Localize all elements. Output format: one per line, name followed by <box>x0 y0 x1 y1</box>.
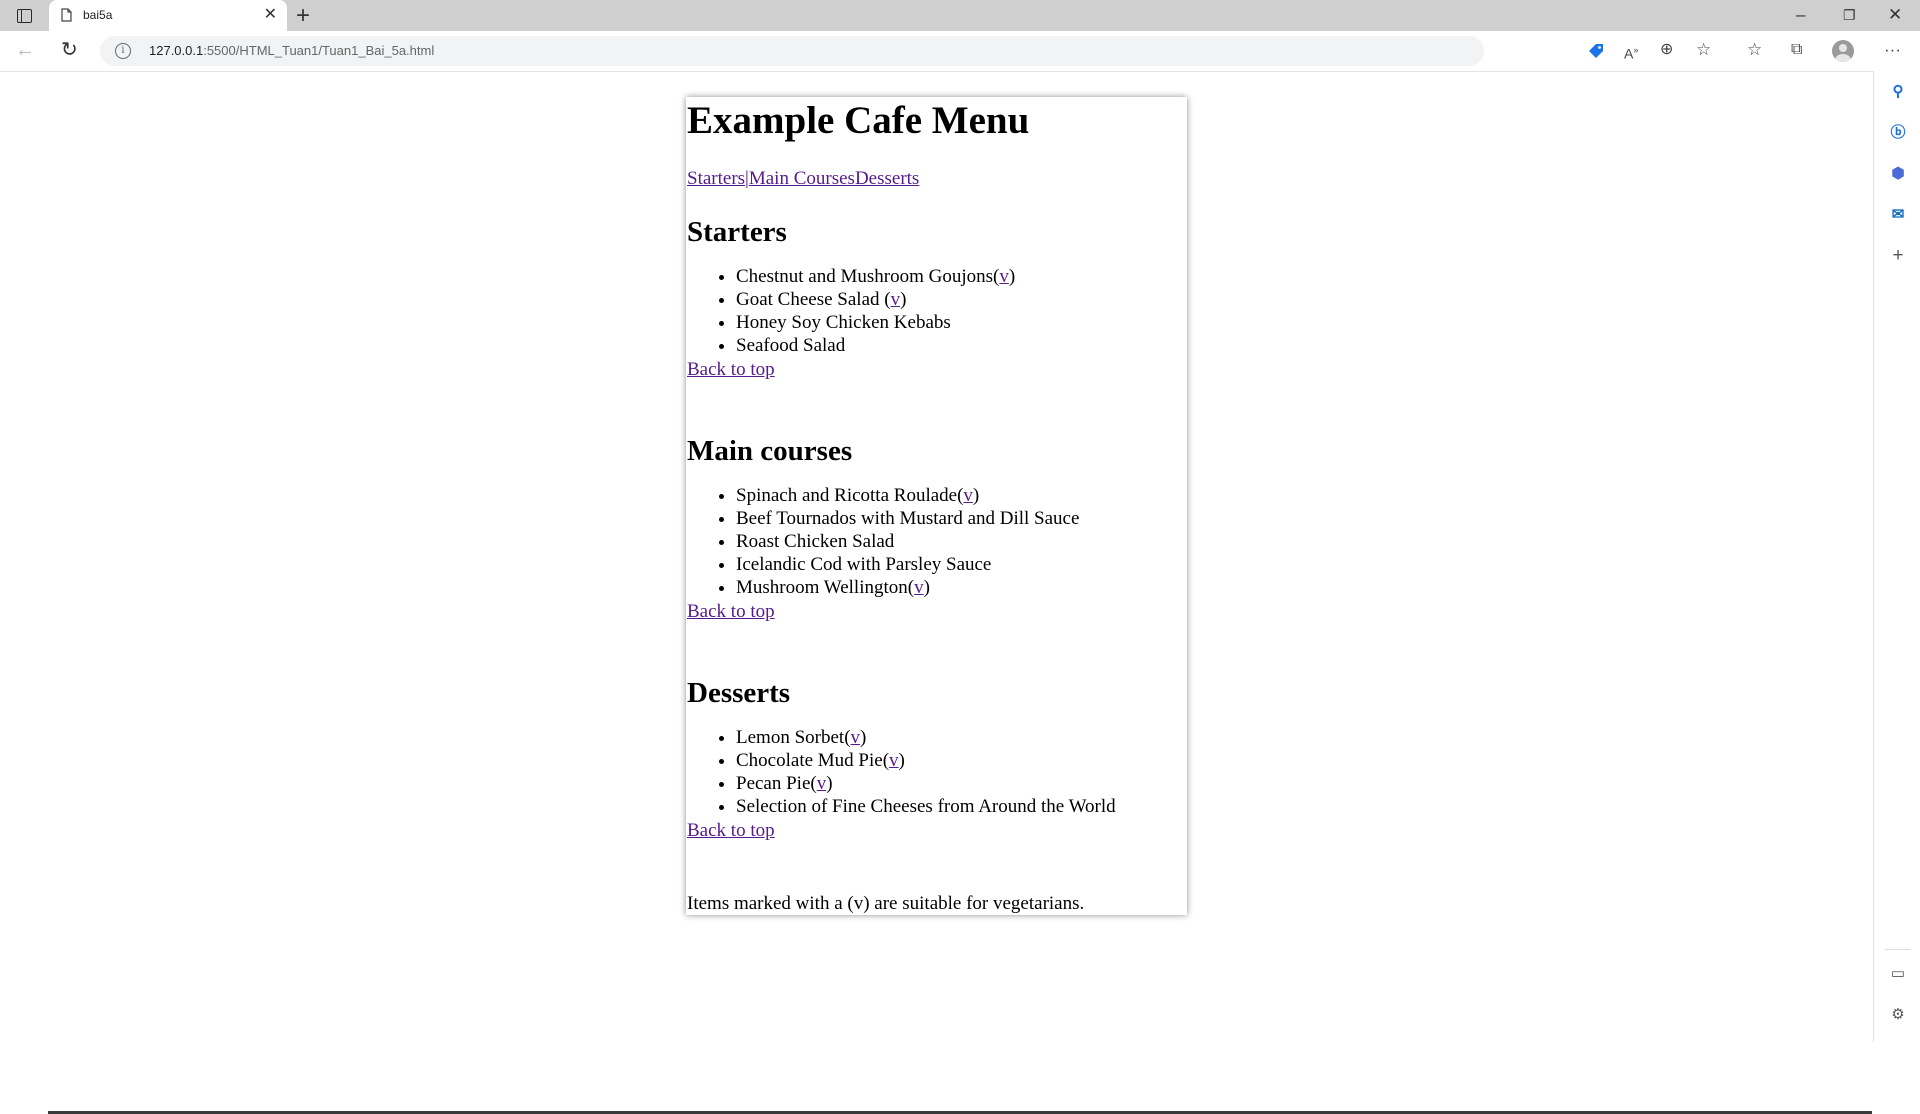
browser-toolbar: ← ↻ i 127.0.0.1:5500/HTML_Tuan1/Tuan1_Ba… <box>0 31 1920 72</box>
menu-item-name: Lemon Sorbet <box>736 727 845 748</box>
menu-item-name: Beef Tournados with Mustard and Dill Sau… <box>736 508 1080 529</box>
browser-tab[interactable]: bai5a ✕ <box>49 0 287 31</box>
page-title: Example Cafe Menu <box>687 99 1030 142</box>
vegetarian-link[interactable]: v <box>891 289 901 310</box>
menu-item: Beef Tournados with Mustard and Dill Sau… <box>736 507 1079 530</box>
section-heading-desserts: Desserts <box>687 677 791 709</box>
menu-item: Selection of Fine Cheeses from Around th… <box>736 795 1116 818</box>
menu-item: Spinach and Ricotta Roulade(v) <box>736 484 1079 507</box>
menu-item: Goat Cheese Salad (v) <box>736 288 1015 311</box>
menu-item: Roast Chicken Salad <box>736 530 1079 553</box>
back-to-top-link[interactable]: Back to top <box>687 819 775 843</box>
page-icon <box>61 8 72 22</box>
plus-icon[interactable]: + <box>1888 246 1908 266</box>
section-heading-starters: Starters <box>687 216 787 248</box>
restore-icon[interactable]: ❐ <box>1843 4 1856 26</box>
address-bar[interactable]: i 127.0.0.1:5500/HTML_Tuan1/Tuan1_Bai_5a… <box>100 36 1711 66</box>
vegetarian-footnote: Items marked with a (v) are suitable for… <box>687 893 1085 914</box>
menu-item: Seafood Salad <box>736 334 1015 357</box>
profile-avatar[interactable] <box>1832 40 1854 62</box>
minimize-icon[interactable]: – <box>1796 4 1805 26</box>
menu-item-name: Pecan Pie <box>736 773 811 794</box>
menu-item-name: Selection of Fine Cheeses from Around th… <box>736 796 1116 817</box>
tab-strip: bai5a ✕ + – ❐ ✕ <box>0 0 1920 31</box>
tag-icon[interactable] <box>1587 42 1605 65</box>
vegetarian-link[interactable]: v <box>817 773 827 794</box>
favorites-icon[interactable]: ☆ <box>1747 40 1762 60</box>
main-courses-list: Spinach and Ricotta Roulade(v)Beef Tourn… <box>686 484 1079 599</box>
back-to-top-link[interactable]: Back to top <box>687 358 775 382</box>
menu-item-name: Goat Cheese Salad <box>736 289 880 310</box>
tab-title: bai5a <box>83 8 113 22</box>
menu-page: Example Cafe Menu Starters|Main CoursesD… <box>686 97 1187 915</box>
menu-item: Icelandic Cod with Parsley Sauce <box>736 553 1079 576</box>
menu-item: Honey Soy Chicken Kebabs <box>736 311 1015 334</box>
star-plus-icon[interactable]: ☆ <box>1696 40 1711 60</box>
menu-item-name: Mushroom Wellington <box>736 577 908 598</box>
url-text[interactable]: 127.0.0.1:5500/HTML_Tuan1/Tuan1_Bai_5a.h… <box>149 43 434 58</box>
back-arrow-icon[interactable]: ← <box>15 39 35 61</box>
starters-list: Chestnut and Mushroom Goujons(v)Goat Che… <box>686 265 1015 357</box>
search-icon[interactable]: ⚲ <box>1888 82 1908 102</box>
back-to-top-link[interactable]: Back to top <box>687 600 775 624</box>
gear-icon[interactable]: ⚙ <box>1888 1005 1908 1025</box>
vegetarian-link[interactable]: v <box>914 577 924 598</box>
bing-icon[interactable]: ⓑ <box>1888 123 1908 143</box>
menu-item: Lemon Sorbet(v) <box>736 726 1116 749</box>
panel-icon[interactable]: ▭ <box>1888 964 1908 984</box>
menu-item: Chocolate Mud Pie(v) <box>736 749 1116 772</box>
menu-item-name: Roast Chicken Salad <box>736 531 895 552</box>
read-aloud-icon[interactable]: A» <box>1624 40 1638 64</box>
section-nav: Starters|Main CoursesDesserts <box>687 167 919 191</box>
vegetarian-link[interactable]: v <box>889 750 899 771</box>
side-panel: ⚲ ⓑ ⬢ ✉ + ▭ ⚙ <box>1873 71 1920 1042</box>
vegetarian-link[interactable]: v <box>999 266 1009 287</box>
menu-item-name: Chocolate Mud Pie <box>736 750 883 771</box>
tab-actions-icon[interactable] <box>11 6 37 26</box>
zoom-icon[interactable]: ⊕ <box>1660 40 1673 60</box>
nav-link-desserts[interactable]: Desserts <box>855 168 919 189</box>
close-icon[interactable]: ✕ <box>264 6 277 24</box>
office-icon[interactable]: ⬢ <box>1888 164 1908 184</box>
side-panel-divider <box>1885 949 1911 950</box>
menu-item-name: Spinach and Ricotta Roulade <box>736 485 958 506</box>
page-viewport: Example Cafe Menu Starters|Main CoursesD… <box>0 72 1873 1114</box>
menu-item: Mushroom Wellington(v) <box>736 576 1079 599</box>
plus-icon[interactable]: + <box>296 3 310 29</box>
menu-item-name: Seafood Salad <box>736 335 846 356</box>
nav-link-starters[interactable]: Starters <box>687 168 745 189</box>
menu-item-name: Honey Soy Chicken Kebabs <box>736 312 951 333</box>
menu-item-name: Chestnut and Mushroom Goujons <box>736 266 994 287</box>
more-icon[interactable]: ··· <box>1884 40 1901 60</box>
reload-icon[interactable]: ↻ <box>61 39 78 61</box>
window-close-icon[interactable]: ✕ <box>1888 4 1902 26</box>
menu-item: Pecan Pie(v) <box>736 772 1116 795</box>
collections-icon[interactable]: ⧉ <box>1791 40 1802 60</box>
nav-link-main-courses[interactable]: Main Courses <box>749 168 855 189</box>
menu-item-name: Icelandic Cod with Parsley Sauce <box>736 554 992 575</box>
vegetarian-link[interactable]: v <box>963 485 973 506</box>
desserts-list: Lemon Sorbet(v)Chocolate Mud Pie(v)Pecan… <box>686 726 1116 818</box>
vegetarian-link[interactable]: v <box>851 727 861 748</box>
section-heading-main-courses: Main courses <box>687 435 853 467</box>
menu-item: Chestnut and Mushroom Goujons(v) <box>736 265 1015 288</box>
outlook-icon[interactable]: ✉ <box>1888 205 1908 225</box>
info-icon[interactable]: i <box>115 43 131 59</box>
